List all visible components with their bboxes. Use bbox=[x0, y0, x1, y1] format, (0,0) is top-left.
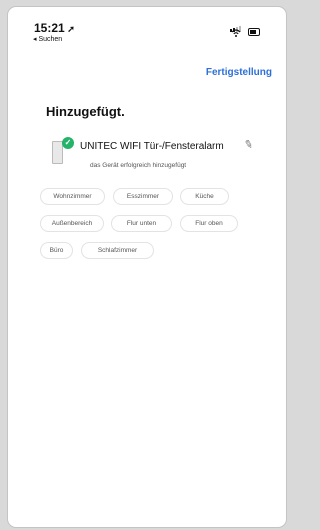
room-chip[interactable]: Schlafzimmer bbox=[81, 242, 154, 259]
page-title: Hinzugefügt. bbox=[46, 104, 125, 119]
room-chip[interactable]: Flur unten bbox=[111, 215, 172, 232]
status-bar-time: 15:21 ➚ bbox=[34, 21, 75, 35]
done-button[interactable]: Fertigstellung bbox=[206, 67, 272, 78]
battery-icon bbox=[248, 28, 260, 36]
room-chip[interactable]: Wohnzimmer bbox=[40, 188, 105, 205]
room-chip[interactable]: Flur oben bbox=[180, 215, 238, 232]
device-status-text: das Gerät erfolgreich hinzugefügt bbox=[90, 162, 187, 169]
device-icon: ✓ bbox=[52, 137, 76, 164]
check-circle-icon: ✓ bbox=[62, 137, 74, 149]
back-label: ◂ Suchen bbox=[33, 36, 63, 43]
room-chip[interactable]: Außenbereich bbox=[40, 215, 104, 232]
room-chip[interactable]: Küche bbox=[180, 188, 229, 205]
room-chip[interactable]: Esszimmer bbox=[113, 188, 173, 205]
back-button[interactable]: ◂ Suchen bbox=[33, 35, 62, 43]
phone-screen: 15:21 ➚ ◂ Suchen Fertigstellung Hinzugef… bbox=[7, 6, 287, 528]
wifi-icon bbox=[231, 29, 241, 39]
time-label: 15:21 bbox=[34, 21, 65, 35]
pencil-icon[interactable]: ✎ bbox=[242, 137, 254, 152]
location-arrow-icon: ➚ bbox=[64, 24, 75, 34]
device-name: UNITEC WIFI Tür-/Fensteralarm bbox=[80, 141, 224, 152]
room-chip[interactable]: Büro bbox=[40, 242, 73, 259]
